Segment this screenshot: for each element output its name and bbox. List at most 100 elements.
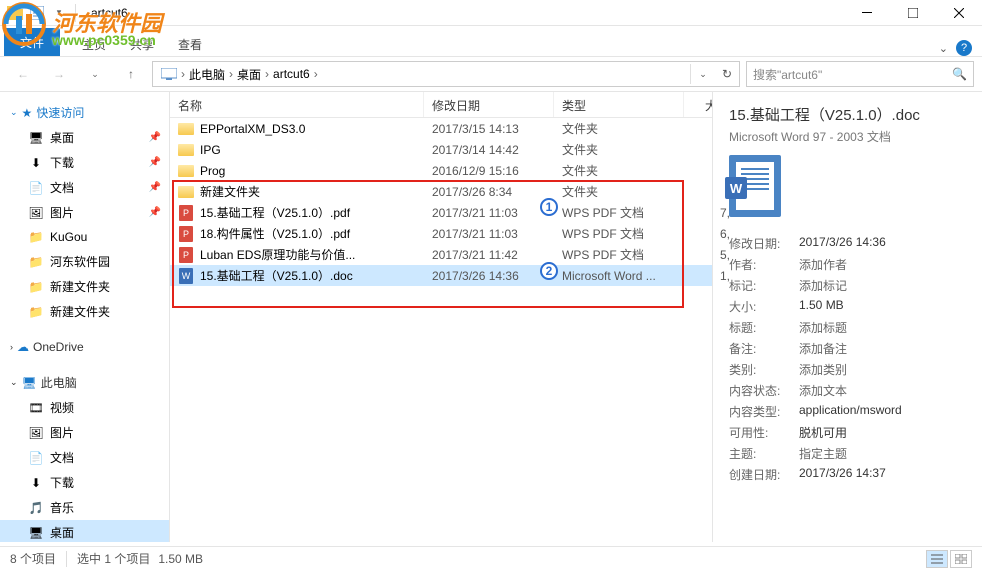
status-selected: 选中 1 个项目: [77, 550, 150, 567]
file-row[interactable]: 15.基础工程（V25.1.0）.doc 2017/3/26 14:36 Mic…: [170, 265, 712, 286]
item-icon: 🎞: [28, 400, 44, 416]
doc-icon: [178, 268, 194, 284]
crumb-pc[interactable]: 此电脑: [185, 66, 229, 83]
close-button[interactable]: [936, 0, 982, 26]
meta-row: 类别:添加类别: [729, 359, 966, 380]
sidebar-item[interactable]: 🖼图片📌: [0, 200, 169, 225]
pin-icon: 📌: [149, 132, 161, 143]
chevron-icon: ⌄: [10, 107, 18, 118]
item-icon: ⬇: [28, 155, 44, 171]
history-dropdown-icon[interactable]: ⌄: [691, 69, 715, 80]
ribbon: 文件 主页 共享 查看 ⌄ ?: [0, 26, 982, 56]
meta-row: 内容类型:application/msword: [729, 401, 966, 422]
crumb-folder[interactable]: artcut6: [269, 67, 314, 81]
star-icon: ★: [22, 106, 33, 120]
column-headers[interactable]: 名称 修改日期 类型 大小: [170, 92, 712, 118]
meta-row: 内容状态:添加文本: [729, 380, 966, 401]
icons-view-button[interactable]: [950, 550, 972, 568]
file-tab[interactable]: 文件: [4, 28, 60, 56]
details-view-button[interactable]: [926, 550, 948, 568]
minimize-button[interactable]: [844, 0, 890, 26]
recent-dropdown[interactable]: ⌄: [80, 60, 110, 88]
title-bar: ▾ artcut6: [0, 0, 982, 26]
folder-icon: [178, 121, 194, 137]
item-icon: 🖼: [28, 205, 44, 221]
item-icon: 📄: [28, 450, 44, 466]
maximize-button[interactable]: [890, 0, 936, 26]
pdf-icon: [178, 226, 194, 242]
cloud-icon: ☁: [17, 340, 29, 354]
search-input[interactable]: 搜索"artcut6" 🔍: [746, 61, 974, 87]
sidebar-item[interactable]: 📄文档📌: [0, 175, 169, 200]
tab-view[interactable]: 查看: [174, 34, 206, 55]
sidebar-item[interactable]: 📁河东软件园: [0, 249, 169, 274]
navigation-pane[interactable]: ⌄ ★ 快速访问 🖥桌面📌⬇下载📌📄文档📌🖼图片📌📁KuGou📁河东软件园📁新建…: [0, 92, 170, 542]
pin-icon: 📌: [149, 157, 161, 168]
tab-home[interactable]: 主页: [78, 34, 110, 55]
up-button[interactable]: ↑: [116, 60, 146, 88]
item-icon: 📄: [28, 180, 44, 196]
status-size: 1.50 MB: [158, 552, 203, 566]
item-icon: 🎵: [28, 500, 44, 516]
col-name[interactable]: 名称: [170, 92, 424, 117]
forward-button[interactable]: →: [44, 60, 74, 88]
file-row[interactable]: 新建文件夹 2017/3/26 8:34 文件夹: [170, 181, 712, 202]
preview-subtitle: Microsoft Word 97 - 2003 文档: [729, 128, 966, 145]
meta-row: 创建日期:2017/3/26 14:37: [729, 464, 966, 485]
chevron-icon: ›: [10, 342, 13, 352]
col-type[interactable]: 类型: [554, 92, 684, 117]
pin-icon: 📌: [149, 207, 161, 218]
qat-dropdown-icon[interactable]: ▾: [50, 4, 68, 22]
preview-title: 15.基础工程（V25.1.0）.doc: [729, 104, 966, 125]
item-icon: 🖼: [28, 425, 44, 441]
folder-icon: [178, 163, 194, 179]
folder-icon: [178, 142, 194, 158]
sidebar-item[interactable]: 🖼图片: [0, 420, 169, 445]
sidebar-item[interactable]: 🎵音乐: [0, 495, 169, 520]
file-row[interactable]: EPPortalXM_DS3.0 2017/3/15 14:13 文件夹: [170, 118, 712, 139]
item-icon: 📁: [28, 254, 44, 270]
back-button[interactable]: ←: [8, 60, 38, 88]
pin-icon: 📌: [149, 182, 161, 193]
folder-icon: [178, 184, 194, 200]
item-icon: 🖥: [28, 130, 44, 146]
file-list[interactable]: 名称 修改日期 类型 大小 1 2 EPPortalXM_DS3.0 2017/…: [170, 92, 712, 542]
status-bar: 8 个项目 选中 1 个项目 1.50 MB: [0, 546, 982, 570]
sidebar-item[interactable]: ⬇下载📌: [0, 150, 169, 175]
meta-row: 可用性:脱机可用: [729, 422, 966, 443]
ribbon-expand-icon[interactable]: ⌄: [939, 42, 948, 55]
sidebar-item[interactable]: 🖥桌面: [0, 520, 169, 542]
sidebar-item[interactable]: 🖥桌面📌: [0, 125, 169, 150]
pdf-icon: [178, 205, 194, 221]
file-row[interactable]: IPG 2017/3/14 14:42 文件夹: [170, 139, 712, 160]
file-row[interactable]: 18.构件属性（V25.1.0）.pdf 2017/3/21 11:03 WPS…: [170, 223, 712, 244]
crumb-desktop[interactable]: 桌面: [233, 66, 265, 83]
sidebar-item[interactable]: 🎞视频: [0, 395, 169, 420]
onedrive-header[interactable]: › ☁ OneDrive: [0, 336, 169, 358]
sidebar-item[interactable]: 📄文档: [0, 445, 169, 470]
breadcrumb[interactable]: › 此电脑 › 桌面 › artcut6 › ⌄ ↻: [152, 61, 740, 87]
tab-share[interactable]: 共享: [126, 34, 158, 55]
sidebar-item[interactable]: 📁新建文件夹: [0, 274, 169, 299]
meta-row: 修改日期:2017/3/26 14:36: [729, 233, 966, 254]
thispc-header[interactable]: ⌄ 🖥 此电脑: [0, 370, 169, 395]
sidebar-item[interactable]: 📁KuGou: [0, 225, 169, 249]
meta-row: 主题:指定主题: [729, 443, 966, 464]
pdf-icon: [178, 247, 194, 263]
col-date[interactable]: 修改日期: [424, 92, 554, 117]
sidebar-item[interactable]: ⬇下载: [0, 470, 169, 495]
search-icon[interactable]: 🔍: [952, 67, 967, 81]
refresh-button[interactable]: ↻: [715, 67, 739, 81]
chevron-icon: ⌄: [10, 377, 18, 388]
item-icon: 📁: [28, 304, 44, 320]
folder-icon: [6, 4, 24, 22]
file-row[interactable]: 15.基础工程（V25.1.0）.pdf 2017/3/21 11:03 WPS…: [170, 202, 712, 223]
file-row[interactable]: Prog 2016/12/9 15:16 文件夹: [170, 160, 712, 181]
item-icon: 📁: [28, 229, 44, 245]
properties-icon[interactable]: [28, 4, 46, 22]
file-row[interactable]: Luban EDS原理功能与价值... 2017/3/21 11:42 WPS …: [170, 244, 712, 265]
quick-access-header[interactable]: ⌄ ★ 快速访问: [0, 100, 169, 125]
meta-row: 大小:1.50 MB: [729, 296, 966, 317]
help-icon[interactable]: ?: [956, 40, 972, 56]
sidebar-item[interactable]: 📁新建文件夹: [0, 299, 169, 324]
